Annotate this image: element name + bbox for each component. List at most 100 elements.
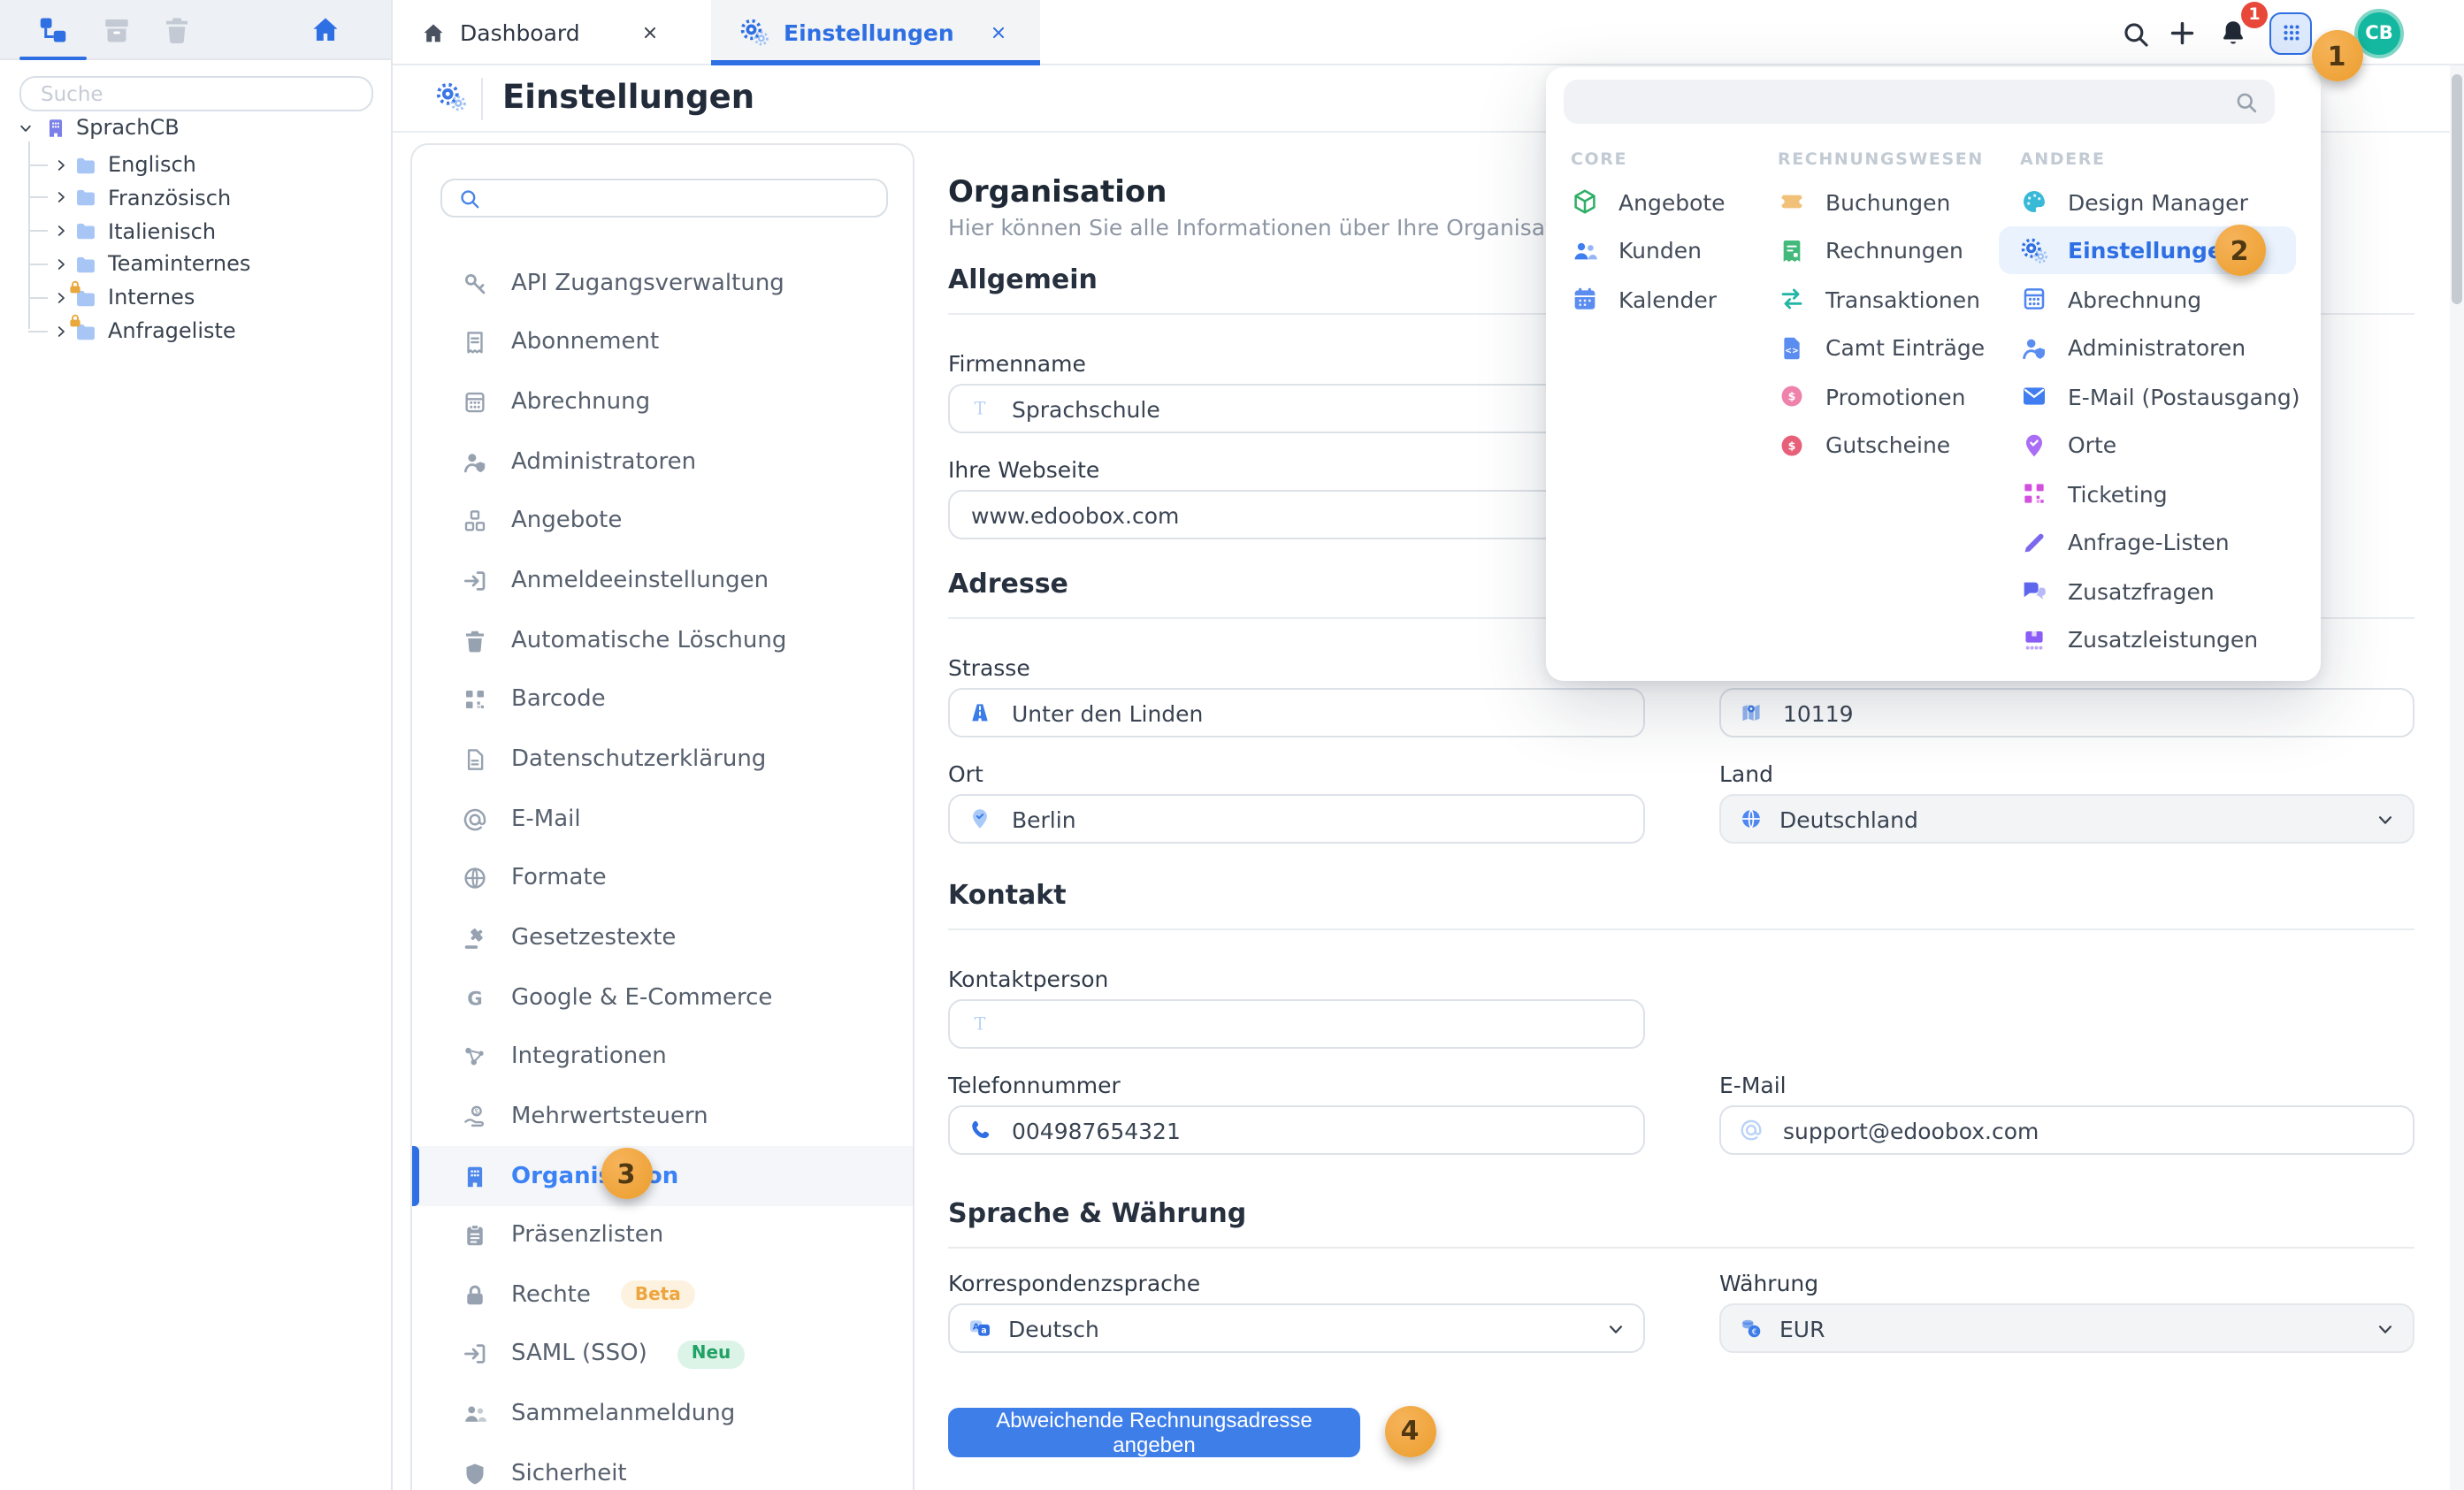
trash-icon[interactable] <box>161 14 193 46</box>
at-icon <box>462 806 488 832</box>
road-icon <box>968 700 992 725</box>
settings-nav-item-barcode[interactable]: Barcode <box>412 670 913 730</box>
svg-text:a: a <box>981 1326 986 1336</box>
launcher-item-buchungen[interactable]: Buchungen <box>1778 178 1950 226</box>
launcher-item-transaktionen[interactable]: Transaktionen <box>1778 275 1980 324</box>
launcher-item-design-manager[interactable]: Design Manager <box>2020 178 2248 226</box>
tree-sidebar: SprachCB Englisch Französisch Italienisc… <box>0 0 393 1490</box>
settings-nav-item-integrationen[interactable]: Integrationen <box>412 1028 913 1087</box>
folder-icon <box>74 253 97 276</box>
settings-nav-item-api-zugangsverwaltung[interactable]: API Zugangsverwaltung <box>412 254 913 313</box>
webseite-input[interactable] <box>968 500 1626 530</box>
chevron-right-icon[interactable] <box>53 223 69 239</box>
settings-nav-item-datenschutzerklaerung[interactable]: Datenschutzerklärung <box>412 730 913 789</box>
organization-icon <box>44 116 67 139</box>
chevron-down-icon[interactable] <box>18 119 34 135</box>
home-icon[interactable] <box>310 14 341 46</box>
launcher-item-zusatzfragen[interactable]: Zusatzfragen <box>2020 567 2215 615</box>
launcher-item-ticketing[interactable]: Ticketing <box>2020 470 2168 518</box>
tab-einstellungen[interactable]: Einstellungen <box>784 19 954 46</box>
telefon-input[interactable] <box>1008 1115 1626 1145</box>
settings-nav-item-abrechnung[interactable]: Abrechnung <box>412 373 913 432</box>
tree-search-input[interactable] <box>37 80 356 108</box>
land-select[interactable]: Deutschland <box>1719 794 2414 844</box>
launcher-column-rechnungswesen: RECHNUNGSWESEN <box>1778 150 1984 170</box>
billing-address-button[interactable]: Abweichende Rechnungsadresse angeben <box>948 1408 1360 1457</box>
scrollbar-thumb[interactable] <box>2452 74 2462 304</box>
settings-nav-item-organisation[interactable]: Organisation <box>412 1147 913 1206</box>
plus-icon[interactable] <box>2167 18 2198 49</box>
ort-label: Ort <box>948 760 983 787</box>
settings-nav-item-sammelanmeldung[interactable]: Sammelanmeldung <box>412 1385 913 1444</box>
settings-nav-item-administratoren[interactable]: Administratoren <box>412 432 913 492</box>
badge-dollar-icon: $ <box>1778 431 1806 459</box>
settings-nav-item-rechte[interactable]: RechteBeta <box>412 1265 913 1325</box>
settings-nav-item-angebote[interactable]: Angebote <box>412 492 913 551</box>
section-sprache-waehrung: Sprache & Währung <box>948 1197 1246 1229</box>
plz-input[interactable] <box>1779 698 2395 728</box>
tree-item-label: Teaminternes <box>108 252 250 277</box>
launcher-item-administratoren[interactable]: Administratoren <box>2020 324 2246 372</box>
launcher-item-email-postausgang[interactable]: E-Mail (Postausgang) <box>2020 372 2299 421</box>
launcher-item-anfrage-listen[interactable]: Anfrage-Listen <box>2020 518 2230 567</box>
kontaktperson-label: Kontaktperson <box>948 966 1108 992</box>
chevron-right-icon[interactable] <box>53 190 69 206</box>
section-kontakt: Kontakt <box>948 879 1067 911</box>
launcher-item-rechnungen[interactable]: Rechnungen <box>1778 226 1963 275</box>
webseite-field <box>948 490 1645 539</box>
settings-nav-item-gesetzestexte[interactable]: Gesetzestexte <box>412 908 913 967</box>
settings-nav-item-anmeldeeinstellungen[interactable]: Anmeldeeinstellungen <box>412 552 913 611</box>
strasse-field <box>948 688 1645 737</box>
launcher-item-zusatzleistungen[interactable]: Zusatzleistungen <box>2020 615 2258 664</box>
home-icon <box>421 20 446 45</box>
launcher-item-einstellungen[interactable]: Einstellungen <box>2020 226 2238 275</box>
settings-nav-item-praesenzlisten[interactable]: Präsenzlisten <box>412 1206 913 1265</box>
chevron-right-icon[interactable] <box>53 256 69 272</box>
settings-nav-item-automatische-loeschung[interactable]: Automatische Löschung <box>412 611 913 670</box>
tab-bar: Dashboard Einstellungen <box>393 0 2464 65</box>
arrows-icon <box>1778 285 1806 313</box>
archive-icon[interactable] <box>101 14 133 46</box>
launcher-search-input[interactable] <box>1580 88 2220 116</box>
launcher-item-angebote[interactable]: Angebote <box>1571 178 1726 226</box>
waehrung-select[interactable]: € EUR <box>1719 1303 2414 1353</box>
webseite-label: Ihre Webseite <box>948 456 1099 483</box>
land-label: Land <box>1719 760 1773 787</box>
kontaktperson-input[interactable] <box>1008 1009 1626 1039</box>
launcher-item-promotionen[interactable]: $Promotionen <box>1778 372 1965 421</box>
svg-text:$: $ <box>474 1107 479 1116</box>
strasse-input[interactable] <box>1008 698 1626 728</box>
document-icon <box>462 746 488 773</box>
settings-nav-item-google-ecommerce[interactable]: GGoogle & E-Commerce <box>412 968 913 1028</box>
settings-nav-card: API Zugangsverwaltung Abonnement Abrechn… <box>410 143 914 1490</box>
launcher-item-gutscheine[interactable]: $Gutscheine <box>1778 421 1950 470</box>
firmenname-input[interactable] <box>1008 394 1626 424</box>
launcher-item-camt-eintraege[interactable]: <>Camt Einträge <box>1778 324 1985 372</box>
settings-nav-item-sicherheit[interactable]: Sicherheit <box>412 1444 913 1490</box>
email-input[interactable] <box>1779 1115 2395 1145</box>
settings-nav-item-saml-sso[interactable]: SAML (SSO)Neu <box>412 1325 913 1384</box>
calculator-icon <box>2020 285 2048 313</box>
map-icon <box>1739 700 1764 725</box>
tree-view-icon[interactable] <box>37 14 69 46</box>
launcher-item-orte[interactable]: Orte <box>2020 421 2116 470</box>
cube-icon <box>1571 187 1599 216</box>
ort-input[interactable] <box>1008 804 1626 834</box>
search-icon[interactable] <box>2121 19 2151 49</box>
chevron-right-icon[interactable] <box>53 157 69 172</box>
launcher-item-kunden[interactable]: Kunden <box>1571 226 1702 275</box>
barcode-icon <box>462 687 488 714</box>
settings-nav-item-formate[interactable]: Formate <box>412 849 913 908</box>
korrespondenzsprache-select[interactable]: Aa Deutsch <box>948 1303 1645 1353</box>
tab-dashboard[interactable]: Dashboard <box>460 19 580 46</box>
launcher-item-abrechnung[interactable]: Abrechnung <box>2020 275 2201 324</box>
launcher-item-kalender[interactable]: Kalender <box>1571 275 1717 324</box>
plz-field <box>1719 688 2414 737</box>
close-icon[interactable] <box>640 23 660 42</box>
close-icon[interactable] <box>989 23 1008 42</box>
settings-nav-item-mehrwertsteuern[interactable]: $Mehrwertsteuern <box>412 1087 913 1146</box>
apps-grid-button[interactable] <box>2269 12 2312 54</box>
settings-search-input[interactable] <box>495 184 870 212</box>
settings-nav-item-abonnement[interactable]: Abonnement <box>412 313 913 372</box>
settings-nav-item-email[interactable]: E-Mail <box>412 790 913 849</box>
